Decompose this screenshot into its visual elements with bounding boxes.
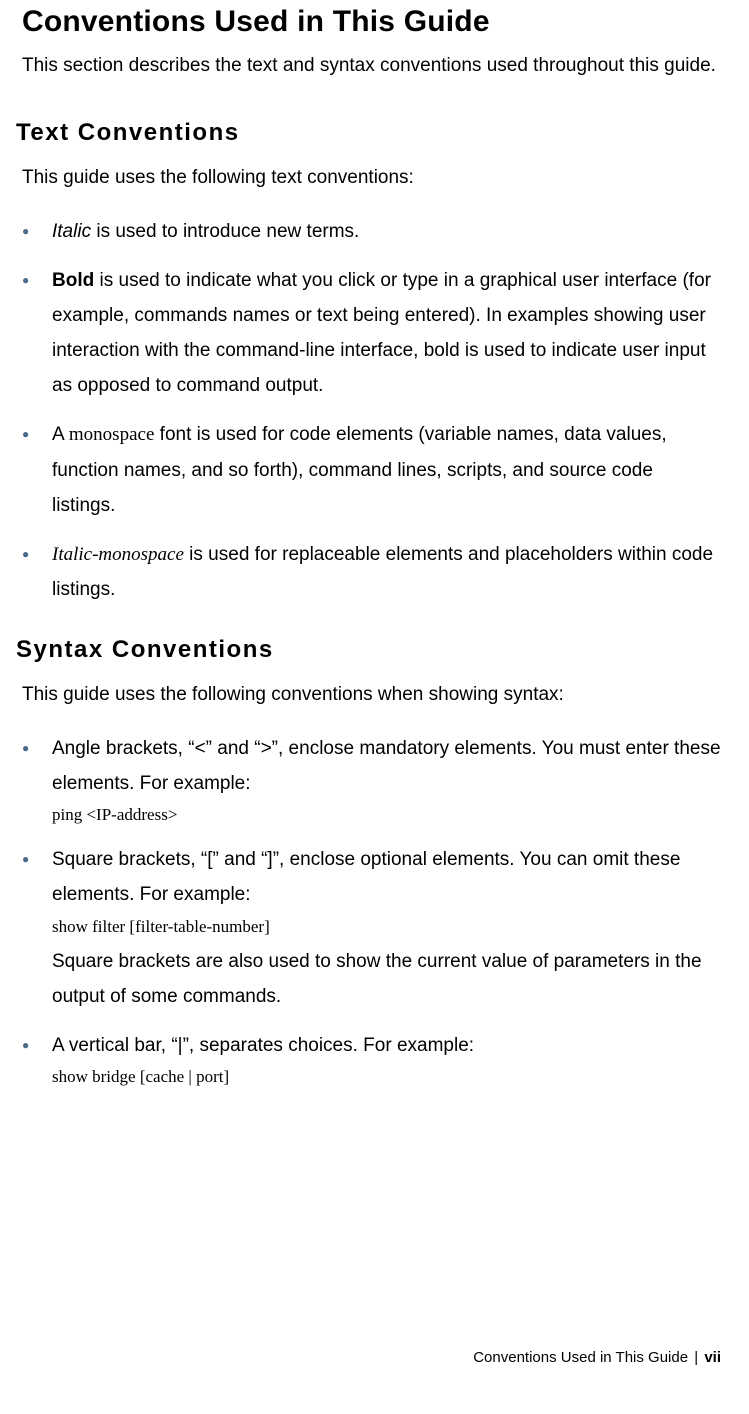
- page-number: vii: [704, 1349, 721, 1366]
- list-text: Angle brackets, “<” and “>”, enclose man…: [52, 738, 721, 794]
- code-example: ping <IP-address>: [52, 801, 721, 828]
- list-text: is used to introduce new terms.: [91, 221, 359, 242]
- section1-lead: This guide uses the following text conve…: [22, 160, 721, 196]
- bold-term: Bold: [52, 270, 94, 291]
- text-conventions-list: Italic is used to introduce new terms. B…: [22, 214, 721, 607]
- monospace-term: monospace: [69, 424, 154, 445]
- code-example: show bridge [cache | port]: [52, 1063, 721, 1090]
- list-item: A monospace font is used for code elemen…: [22, 417, 721, 522]
- syntax-conventions-list: Angle brackets, “<” and “>”, enclose man…: [22, 731, 721, 1091]
- section2-lead: This guide uses the following convention…: [22, 677, 721, 713]
- code-example: show filter [filter-table-number]: [52, 913, 721, 940]
- list-text: A vertical bar, “|”, separates choices. …: [52, 1035, 474, 1056]
- list-item: Italic is used to introduce new terms.: [22, 214, 721, 249]
- list-item: Italic-monospace is used for replaceable…: [22, 537, 721, 607]
- list-item: Angle brackets, “<” and “>”, enclose man…: [22, 731, 721, 828]
- italic-monospace-term: Italic-monospace: [52, 544, 184, 565]
- list-item: Square brackets, “[” and “]”, enclose op…: [22, 842, 721, 1014]
- footer-title: Conventions Used in This Guide: [473, 1349, 688, 1366]
- list-item: Bold is used to indicate what you click …: [22, 263, 721, 404]
- page-footer: Conventions Used in This Guide | vii: [473, 1344, 721, 1373]
- list-text: Square brackets, “[” and “]”, enclose op…: [52, 849, 680, 905]
- italic-term: Italic: [52, 221, 91, 242]
- list-text: A: [52, 424, 69, 445]
- list-text: Square brackets are also used to show th…: [52, 944, 721, 1014]
- intro-paragraph: This section describes the text and synt…: [22, 48, 721, 84]
- footer-separator: |: [694, 1349, 698, 1366]
- section-heading-syntax-conventions: Syntax Conventions: [16, 627, 721, 673]
- list-item: A vertical bar, “|”, separates choices. …: [22, 1028, 721, 1090]
- list-text: is used to indicate what you click or ty…: [52, 270, 711, 396]
- page-title: Conventions Used in This Guide: [22, 4, 721, 40]
- section-heading-text-conventions: Text Conventions: [16, 110, 721, 156]
